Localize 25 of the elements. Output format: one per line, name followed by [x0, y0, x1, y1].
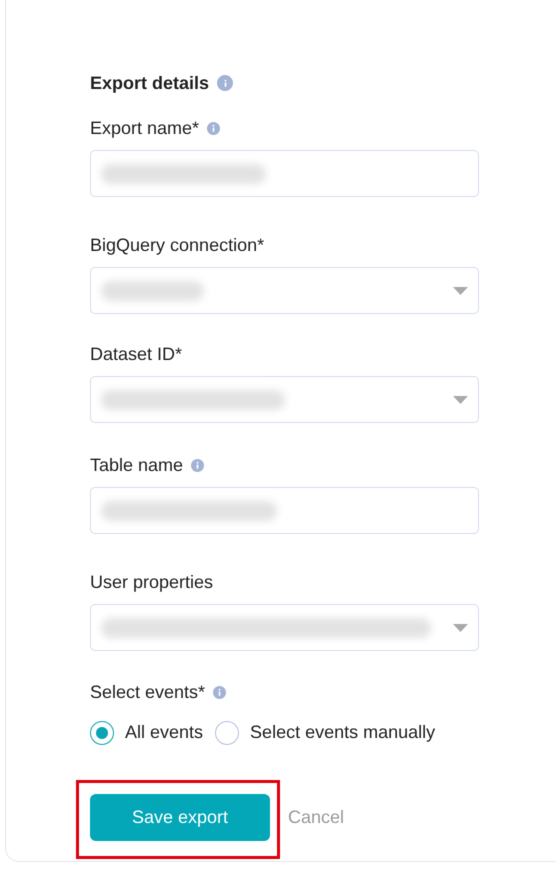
field-label: Dataset ID*: [90, 342, 182, 366]
cancel-link[interactable]: Cancel: [288, 804, 344, 831]
dropdown-caret-icon[interactable]: [453, 286, 468, 294]
dropdown[interactable]: [90, 604, 479, 651]
field-label: Export name*: [90, 116, 200, 140]
radio-button[interactable]: [90, 720, 114, 744]
section-title: Export details: [90, 72, 210, 95]
radio-label: All events: [125, 721, 204, 744]
info-icon[interactable]: [207, 122, 220, 134]
field-label: BigQuery connection*: [90, 234, 264, 257]
save-export-button[interactable]: Save export: [90, 794, 270, 841]
field-label: Select events*: [90, 680, 206, 704]
info-icon[interactable]: [217, 75, 234, 91]
dropdown[interactable]: [90, 376, 479, 423]
dropdown-caret-icon[interactable]: [453, 396, 468, 404]
info-icon[interactable]: [213, 686, 226, 698]
input-field[interactable]: [90, 150, 479, 197]
dropdown[interactable]: [90, 267, 479, 314]
info-icon[interactable]: [191, 458, 204, 472]
dropdown-caret-icon[interactable]: [453, 624, 468, 632]
field-label: Table name: [90, 454, 184, 476]
field-label: User properties: [90, 570, 214, 594]
radio-button[interactable]: [215, 720, 240, 744]
input-field[interactable]: [90, 487, 479, 534]
radio-label: Select events manually: [250, 721, 436, 744]
